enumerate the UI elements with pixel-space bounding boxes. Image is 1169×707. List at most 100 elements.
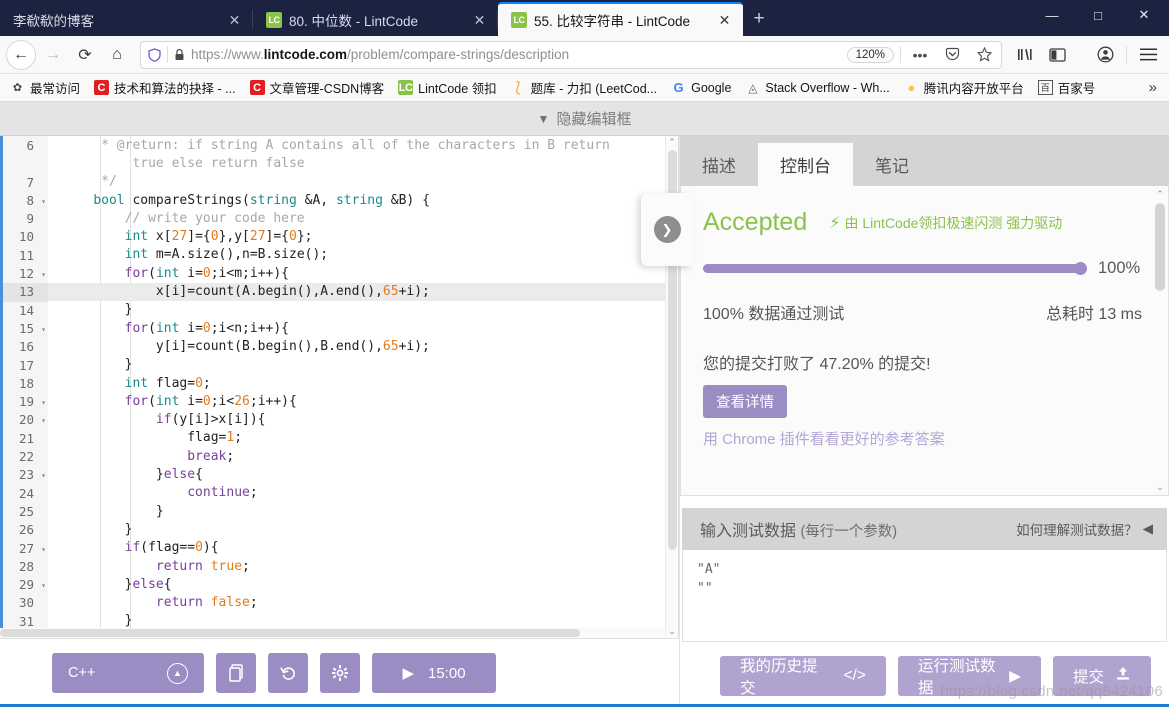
tab-close-icon[interactable]: ✕ (225, 10, 244, 29)
code-line[interactable]: bool compareStrings(string &A, string &B… (48, 192, 678, 210)
shield-icon[interactable] (148, 47, 161, 62)
code-line[interactable]: */ (48, 173, 678, 191)
line-number: 14 (18, 302, 34, 318)
fold-toggle-icon[interactable]: ▾ (37, 197, 46, 206)
tab-description[interactable]: 描述 (680, 143, 758, 186)
my-submissions-button[interactable]: 我的历史提交 </> (720, 656, 886, 697)
reload-button[interactable]: ⟳ (70, 40, 100, 70)
copy-code-button[interactable] (216, 653, 256, 693)
code-line[interactable]: }else{ (48, 466, 678, 484)
code-line[interactable]: } (48, 356, 678, 374)
code-line[interactable]: * @return: if string A contains all of t… (48, 136, 678, 155)
code-line[interactable]: int x[27]={0},y[27]={0}; (48, 228, 678, 246)
maximize-button[interactable]: □ (1075, 0, 1121, 30)
browser-tab-2[interactable]: LC 80. 中位数 - LintCode ✕ (253, 3, 498, 36)
bookmarks-overflow-button[interactable]: » (1141, 79, 1165, 96)
code-line[interactable]: y[i]=count(B.begin(),B.end(),65+i); (48, 338, 678, 356)
fold-toggle-icon[interactable]: ▾ (37, 398, 46, 407)
bookmark-star-icon[interactable] (971, 42, 997, 68)
page-content: ▼ 隐藏编辑框 6 7 8 ▾ 9 10 11 12 ▾ 13 14 15 ▾ 16 17 18 19 ▾ 20 ▾ 2… (0, 102, 1169, 707)
code-area[interactable]: 6 7 8 ▾ 9 10 11 12 ▾ 13 14 15 ▾ 16 17 18 19 ▾ 20 ▾ 21 22 23 ▾ 24… (0, 136, 678, 638)
test-data-input[interactable]: "A" "" (682, 550, 1167, 642)
scrollbar-thumb[interactable] (1155, 203, 1165, 291)
fold-toggle-icon[interactable]: ▾ (37, 581, 46, 590)
minimize-button[interactable]: — (1029, 0, 1075, 30)
console-scrollbar[interactable]: ⌃ ⌄ (1153, 187, 1167, 494)
forward-button[interactable]: → (38, 40, 68, 70)
tab-close-icon[interactable]: ✕ (715, 11, 734, 30)
browser-tab-3-active[interactable]: LC 55. 比较字符串 - LintCode ✕ (498, 2, 743, 36)
code-line[interactable]: } (48, 521, 678, 539)
reset-code-button[interactable] (268, 653, 308, 693)
fold-toggle-icon[interactable]: ▾ (37, 471, 46, 480)
run-test-data-button[interactable]: 运行测试数据 ▶ (898, 656, 1041, 697)
collapse-panel-handle[interactable]: ❯ (641, 193, 693, 266)
bookmark-item-tencent[interactable]: ● 腾讯内容开放平台 (898, 76, 1030, 99)
code-line[interactable]: return false; (48, 594, 678, 612)
code-line[interactable]: continue; (48, 484, 678, 502)
back-button[interactable]: ← (6, 39, 36, 70)
close-window-button[interactable]: ✕ (1121, 0, 1167, 30)
sidebar-icon[interactable] (1042, 40, 1072, 70)
code-line[interactable]: flag=1; (48, 429, 678, 447)
zoom-level-badge[interactable]: 120% (846, 46, 894, 63)
new-tab-button[interactable]: + (743, 4, 775, 34)
tab-notes[interactable]: 笔记 (853, 143, 931, 186)
bookmark-item-most-visited[interactable]: ✿ 最常访问 (4, 76, 86, 99)
browser-tab-1[interactable]: 李欷欷的博客 ✕ (0, 3, 253, 36)
bookmark-item-baijiahao[interactable]: 百 百家号 (1032, 76, 1102, 99)
code-line[interactable]: if(y[i]>x[i]){ (48, 411, 678, 429)
code-line[interactable]: x[i]=count(A.begin(),A.end(),65+i); (48, 283, 678, 302)
code-line[interactable]: } (48, 301, 678, 319)
test-data-help-link[interactable]: 如何理解测试数据？ ◀ (1016, 519, 1153, 539)
bookmark-item-csdn-manage[interactable]: C 文章管理-CSDN博客 (244, 76, 391, 99)
code-line[interactable]: for(int i=0;i<26;i++){ (48, 393, 678, 411)
code-line[interactable]: for(int i=0;i<n;i++){ (48, 320, 678, 338)
fold-toggle-icon[interactable]: ▾ (37, 325, 46, 334)
scroll-down-arrow[interactable]: ⌄ (666, 625, 678, 638)
bookmark-item-stackoverflow[interactable]: ◬ Stack Overflow - Wh... (739, 78, 895, 97)
bookmark-item-leetcode[interactable]: ⟅ 题库 - 力扣 (LeetCod... (505, 76, 663, 99)
run-timer-button[interactable]: ▶ 15:00 (372, 653, 496, 693)
divider (900, 46, 901, 63)
fold-toggle-icon[interactable]: ▾ (37, 270, 46, 279)
code-line[interactable]: // write your code here (48, 210, 678, 228)
code-line[interactable]: int m=A.size(),n=B.size(); (48, 246, 678, 264)
scroll-up-arrow[interactable]: ⌃ (1153, 187, 1167, 201)
code-line[interactable]: return true; (48, 558, 678, 576)
language-selector-button[interactable]: C++ ▲ (52, 653, 204, 693)
scrollbar-thumb[interactable] (0, 629, 580, 637)
submit-label: 提交 (1073, 669, 1105, 686)
hide-editor-bar[interactable]: ▼ 隐藏编辑框 (0, 102, 1169, 136)
account-icon[interactable] (1090, 40, 1120, 70)
bookmark-item-google[interactable]: G Google (665, 78, 737, 97)
code-line[interactable]: for(int i=0;i<m;i++){ (48, 265, 678, 283)
code-line[interactable]: } (48, 503, 678, 521)
submit-button[interactable]: 提交 (1053, 656, 1151, 696)
pocket-icon[interactable] (939, 42, 965, 68)
fold-toggle-icon[interactable]: ▾ (37, 545, 46, 554)
view-detail-button[interactable]: 查看详情 (703, 385, 787, 418)
scroll-down-arrow[interactable]: ⌄ (1153, 480, 1167, 494)
code-lines[interactable]: * @return: if string A contains all of t… (48, 136, 678, 638)
address-bar[interactable]: https://www.lintcode.com/problem/compare… (140, 40, 1002, 69)
code-editor[interactable]: 6 7 8 ▾ 9 10 11 12 ▾ 13 14 15 ▾ 16 17 18 19 ▾ 20 ▾ 21 22 23 ▾ 24… (0, 136, 679, 639)
code-line[interactable]: break; (48, 448, 678, 466)
bookmark-item-csdn-algo[interactable]: C 技术和算法的抉择 - ... (88, 76, 242, 99)
code-line[interactable]: }else{ (48, 576, 678, 594)
chrome-extension-link[interactable]: 用 Chrome 插件看看更好的参考答案 (703, 428, 1142, 449)
page-actions-icon[interactable]: ••• (907, 42, 933, 68)
editor-horizontal-scrollbar[interactable] (0, 628, 665, 638)
library-icon[interactable] (1010, 40, 1040, 70)
editor-settings-button[interactable] (320, 653, 360, 693)
bookmark-item-lintcode[interactable]: LC LintCode 领扣 (392, 76, 503, 99)
tab-close-icon[interactable]: ✕ (470, 10, 489, 29)
tab-console[interactable]: 控制台 (758, 143, 853, 186)
code-line[interactable]: if(flag==0){ (48, 539, 678, 557)
code-line[interactable]: int flag=0; (48, 375, 678, 393)
home-button[interactable]: ⌂ (102, 40, 132, 70)
fold-toggle-icon[interactable]: ▾ (37, 416, 46, 425)
hamburger-menu-icon[interactable] (1133, 40, 1163, 70)
scroll-up-arrow[interactable]: ⌃ (666, 136, 678, 149)
code-line[interactable]: true else return false (48, 155, 678, 173)
